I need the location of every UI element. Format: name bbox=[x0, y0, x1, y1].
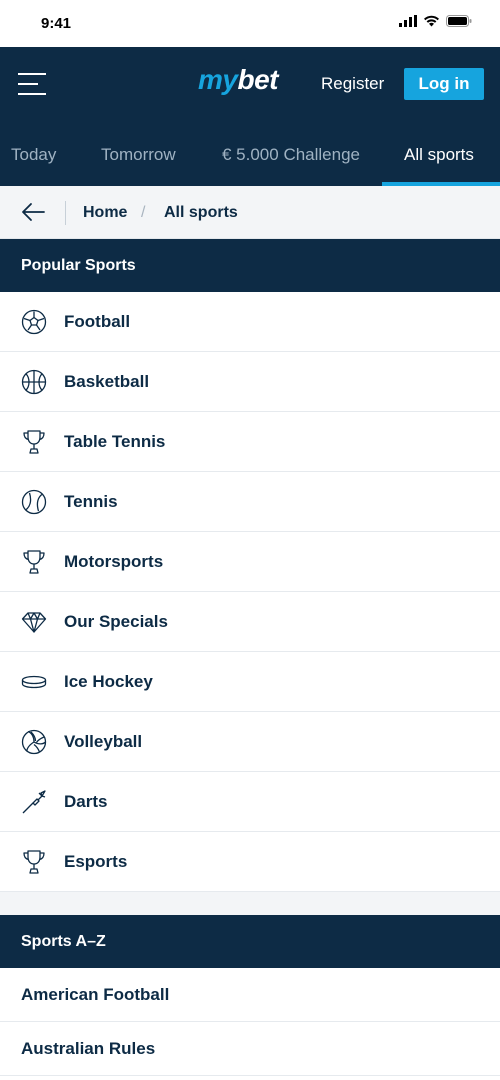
sport-item-motorsports[interactable]: Motorsports bbox=[0, 532, 500, 592]
sport-item-tennis[interactable]: Tennis bbox=[0, 472, 500, 532]
status-icons bbox=[399, 15, 472, 27]
top-header: mybet Register Log in bbox=[0, 47, 500, 121]
az-item-australian-rules[interactable]: Australian Rules bbox=[0, 1022, 500, 1076]
tab-today[interactable]: Today bbox=[11, 145, 56, 165]
tab-challenge[interactable]: € 5.000 Challenge bbox=[222, 145, 360, 165]
battery-icon bbox=[446, 15, 472, 27]
mybet-logo[interactable]: mybet bbox=[198, 64, 278, 96]
trophy-icon bbox=[21, 549, 47, 575]
breadcrumb-divider bbox=[65, 201, 66, 225]
sports-az-header: Sports A–Z bbox=[0, 915, 500, 968]
popular-sports-title: Popular Sports bbox=[21, 257, 136, 274]
sport-item-volleyball[interactable]: Volleyball bbox=[0, 712, 500, 772]
breadcrumb: Home / All sports bbox=[0, 186, 500, 239]
sports-az-title: Sports A–Z bbox=[21, 933, 106, 950]
sport-label: Darts bbox=[64, 792, 108, 811]
status-bar: 9:41 bbox=[0, 0, 500, 47]
sport-label: Tennis bbox=[64, 492, 118, 511]
breadcrumb-separator: / bbox=[141, 204, 146, 221]
sport-label: Ice Hockey bbox=[64, 672, 153, 691]
tab-all-sports[interactable]: All sports bbox=[404, 145, 474, 165]
tennis-ball-icon bbox=[21, 489, 47, 515]
sport-item-ice-hockey[interactable]: Ice Hockey bbox=[0, 652, 500, 712]
sport-label: Esports bbox=[64, 852, 128, 871]
status-time: 9:41 bbox=[41, 15, 72, 32]
popular-sports-header: Popular Sports bbox=[0, 239, 500, 292]
sports-az-list: American Football Australian Rules bbox=[0, 968, 500, 1076]
sport-label: Volleyball bbox=[64, 732, 143, 751]
sport-item-esports[interactable]: Esports bbox=[0, 832, 500, 892]
dart-icon bbox=[21, 789, 47, 815]
breadcrumb-home-link[interactable]: Home bbox=[83, 204, 127, 222]
az-item-label: American Football bbox=[21, 985, 170, 1004]
tab-tomorrow[interactable]: Tomorrow bbox=[101, 145, 176, 165]
volleyball-icon bbox=[21, 729, 47, 755]
az-item-american-football[interactable]: American Football bbox=[0, 968, 500, 1022]
sport-item-basketball[interactable]: Basketball bbox=[0, 352, 500, 412]
sport-item-our-specials[interactable]: Our Specials bbox=[0, 592, 500, 652]
wifi-icon bbox=[424, 15, 439, 27]
sport-label: Basketball bbox=[64, 372, 150, 391]
hamburger-menu-icon[interactable] bbox=[18, 69, 48, 99]
signal-icon bbox=[399, 15, 417, 27]
sport-label: Motorsports bbox=[64, 552, 164, 571]
back-arrow-icon[interactable] bbox=[20, 201, 46, 223]
sport-tabs: Today Tomorrow € 5.000 Challenge All spo… bbox=[0, 121, 500, 186]
az-item-label: Australian Rules bbox=[21, 1039, 156, 1058]
trophy-icon bbox=[21, 429, 47, 455]
popular-sports-list: Football Basketball Table Tennis Tennis … bbox=[0, 292, 500, 892]
diamond-icon bbox=[21, 609, 47, 635]
breadcrumb-current: All sports bbox=[164, 204, 238, 221]
sport-item-table-tennis[interactable]: Table Tennis bbox=[0, 412, 500, 472]
basketball-icon bbox=[21, 369, 47, 395]
register-button[interactable]: Register bbox=[321, 74, 384, 94]
trophy-icon bbox=[21, 849, 47, 875]
sport-item-football[interactable]: Football bbox=[0, 292, 500, 352]
login-button[interactable]: Log in bbox=[404, 68, 484, 100]
football-icon bbox=[21, 309, 47, 335]
sport-label: Table Tennis bbox=[64, 432, 166, 451]
sport-label: Football bbox=[64, 312, 131, 331]
hockey-puck-icon bbox=[21, 669, 47, 695]
section-spacer bbox=[0, 892, 500, 915]
sport-label: Our Specials bbox=[64, 612, 168, 631]
sport-item-darts[interactable]: Darts bbox=[0, 772, 500, 832]
